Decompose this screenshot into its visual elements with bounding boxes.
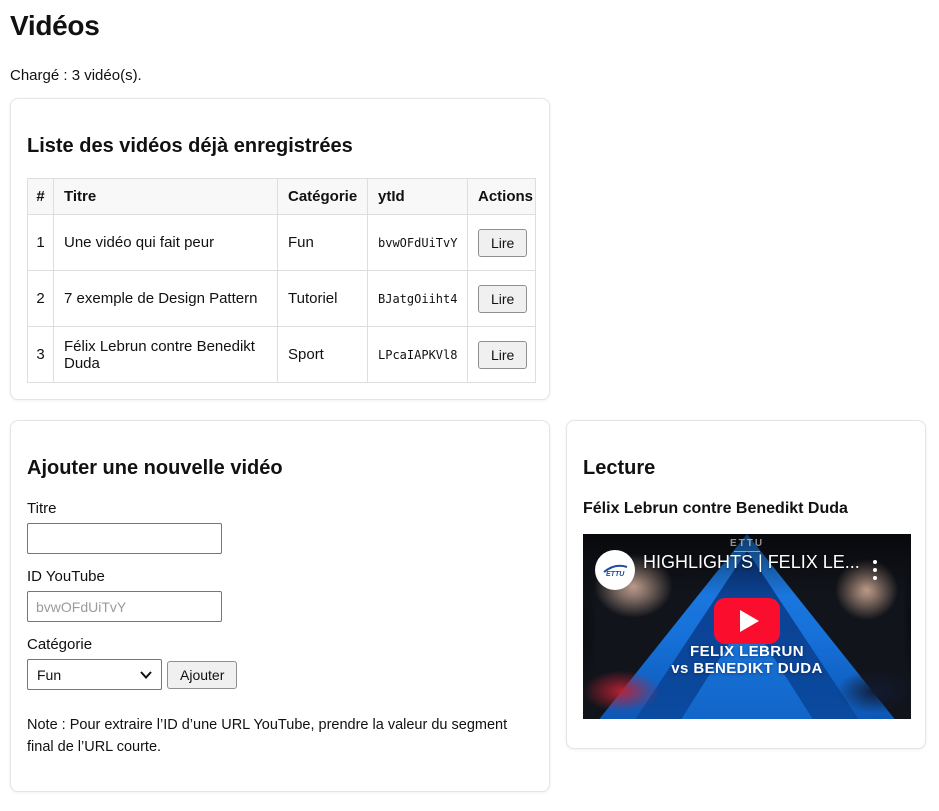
lire-button[interactable]: Lire xyxy=(478,340,528,369)
ettu-watermark: ETTU xyxy=(730,538,764,553)
chevron-down-icon xyxy=(140,670,152,679)
ytid-input[interactable] xyxy=(27,591,222,622)
video-list-card: Liste des vidéos déjà enregistrées # Tit… xyxy=(10,98,550,400)
playing-video-title: Félix Lebrun contre Benedikt Duda xyxy=(583,500,848,517)
channel-avatar[interactable]: ETTU xyxy=(595,550,635,590)
thumb-caption-line1: FELIX LEBRUN xyxy=(690,643,804,661)
col-header-categorie: Catégorie xyxy=(277,178,368,215)
col-header-ytid: ytId xyxy=(367,178,468,215)
categorie-field-group: Catégorie Fun Ajouter xyxy=(27,636,533,690)
player-title: Lecture xyxy=(583,457,656,479)
ytid-label: ID YouTube xyxy=(27,568,105,585)
col-header-num: # xyxy=(27,178,54,215)
row-categorie: Fun xyxy=(277,214,368,271)
channel-logo-icon: ETTU xyxy=(603,564,628,578)
row-ytid: LPcaIAPKVl8 xyxy=(367,326,468,383)
row-number: 2 xyxy=(27,270,54,327)
row-titre: Une vidéo qui fait peur xyxy=(53,214,278,271)
row-titre: Félix Lebrun contre Benedikt Duda xyxy=(53,326,278,383)
ajouter-button[interactable]: Ajouter xyxy=(167,660,238,689)
row-number: 3 xyxy=(27,326,54,383)
player-card: Lecture Félix Lebrun contre Benedikt Dud… xyxy=(566,420,926,749)
titre-input[interactable] xyxy=(27,523,222,554)
video-table: # Titre Catégorie ytId Actions 1 Une vid… xyxy=(27,178,536,383)
video-overlay-title[interactable]: HIGHLIGHTS | FELIX LE... xyxy=(643,552,860,573)
form-note: Note : Pour extraire l’ID d’une URL YouT… xyxy=(27,717,508,756)
categorie-label: Catégorie xyxy=(27,636,93,653)
play-button[interactable] xyxy=(714,597,780,644)
col-header-actions: Actions xyxy=(467,178,536,215)
thumb-caption-line2: vs BENEDIKT DUDA xyxy=(671,659,823,677)
play-icon xyxy=(739,609,759,632)
page-title: Vidéos xyxy=(10,10,100,41)
row-categorie: Sport xyxy=(277,326,368,383)
titre-label: Titre xyxy=(27,500,57,517)
row-number: 1 xyxy=(27,214,54,271)
add-video-card: Ajouter une nouvelle vidéo Titre ID YouT… xyxy=(10,420,550,792)
video-table-body: 1 Une vidéo qui fait peur Fun bvwOFdUiTv… xyxy=(27,214,536,383)
col-header-titre: Titre xyxy=(53,178,278,215)
lire-button[interactable]: Lire xyxy=(478,284,528,313)
lire-button[interactable]: Lire xyxy=(478,228,528,257)
row-ytid: bvwOFdUiTvY xyxy=(367,214,468,271)
ytid-field-group: ID YouTube xyxy=(27,568,533,622)
table-row: 3 Félix Lebrun contre Benedikt Duda Spor… xyxy=(27,326,536,383)
titre-field-group: Titre xyxy=(27,500,533,554)
youtube-player[interactable]: ETTU ETTU HIGHLIGHTS | FELIX LE... FELIX… xyxy=(583,534,911,719)
categorie-selected-value: Fun xyxy=(37,666,62,683)
row-categorie: Tutoriel xyxy=(277,270,368,327)
load-status: Chargé : 3 vidéo(s). xyxy=(10,67,142,84)
table-row: 2 7 exemple de Design Pattern Tutoriel B… xyxy=(27,270,536,327)
row-ytid: BJatgOiiht4 xyxy=(367,270,468,327)
table-row: 1 Une vidéo qui fait peur Fun bvwOFdUiTv… xyxy=(27,214,536,271)
add-video-title: Ajouter une nouvelle vidéo xyxy=(27,457,283,479)
video-list-title: Liste des vidéos déjà enregistrées xyxy=(27,135,353,157)
table-header-row: # Titre Catégorie ytId Actions xyxy=(27,178,536,215)
svg-text:ETTU: ETTU xyxy=(606,571,625,578)
row-titre: 7 exemple de Design Pattern xyxy=(53,270,278,327)
more-options-icon[interactable] xyxy=(873,560,877,584)
categorie-select[interactable]: Fun xyxy=(27,659,162,690)
